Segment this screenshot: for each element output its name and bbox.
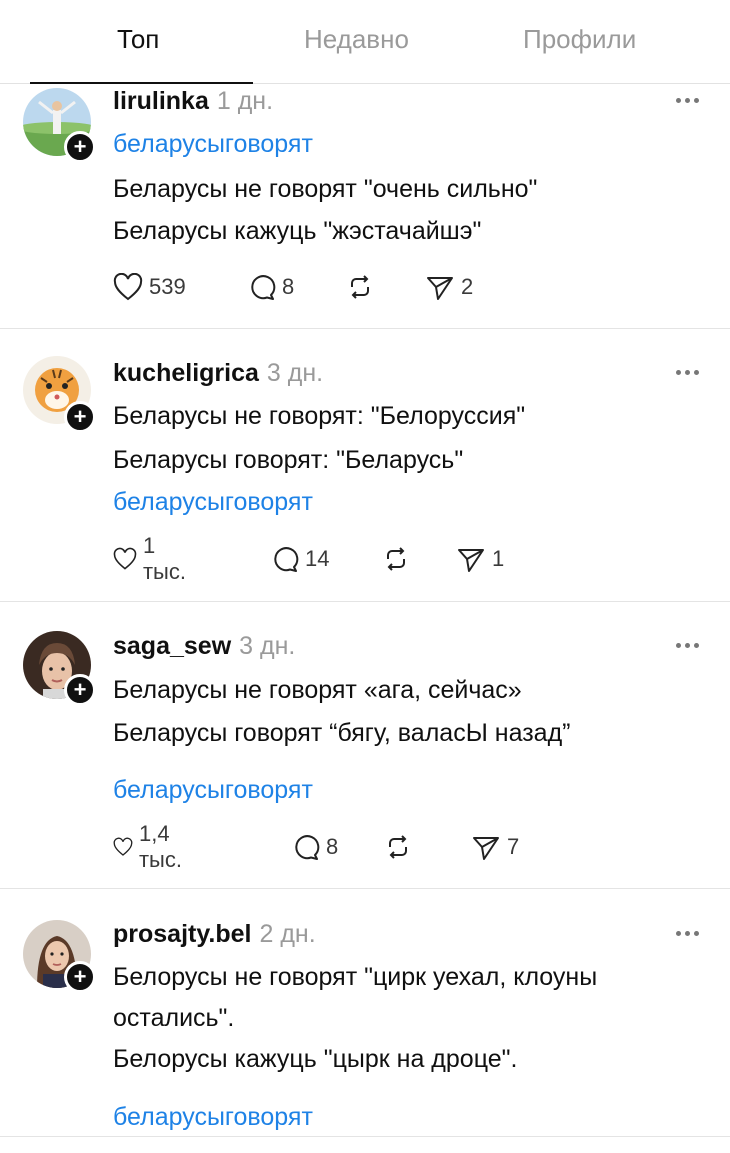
repost-icon	[387, 547, 405, 571]
tab-profiles[interactable]: Профили	[523, 24, 636, 55]
post-text-line: Беларусы говорят: "Беларусь"	[113, 446, 464, 474]
username[interactable]: prosajty.bel 2 дн.	[113, 920, 316, 949]
post-text-line: Беларусы не говорят: "Белоруссия"	[113, 402, 526, 430]
post[interactable]: + saga_sew 3 дн. Беларусы не говорят «ага…	[0, 602, 730, 889]
post-time: 2 дн.	[259, 920, 316, 948]
reply-button[interactable]: 14	[269, 543, 329, 575]
share-button[interactable]: 7	[471, 831, 519, 863]
tab-bar: Топ Недавно Профили	[0, 0, 730, 84]
post-text-line: остались".	[113, 1004, 235, 1032]
post-text-line: Белорусы кажуць "цырк на дроце".	[113, 1045, 518, 1073]
post-text-line: Беларусы не говорят "очень сильно"	[113, 175, 538, 203]
follow-plus-icon[interactable]: +	[64, 131, 96, 163]
follow-plus-icon[interactable]: +	[64, 961, 96, 993]
tab-recent[interactable]: Недавно	[304, 24, 409, 55]
follow-plus-icon[interactable]: +	[64, 401, 96, 433]
send-icon	[427, 277, 453, 300]
like-button[interactable]: 1,4 тыс.	[113, 821, 192, 872]
follow-plus-icon[interactable]: +	[64, 674, 96, 706]
more-horizontal-icon[interactable]	[674, 927, 702, 941]
username[interactable]: lirulinka 1 дн.	[113, 87, 273, 116]
post[interactable]: + prosajty.bel 2 дн. Белорусы не говорят …	[0, 889, 730, 1137]
username[interactable]: saga_sew 3 дн.	[113, 632, 295, 661]
repost-icon	[389, 835, 407, 859]
send-icon	[458, 549, 484, 572]
hashtag-link[interactable]: беларусыговорят	[113, 488, 313, 517]
hashtag-link[interactable]: беларусыговорят	[113, 130, 313, 159]
post-time: 1 дн.	[216, 87, 274, 115]
username[interactable]: kucheligrica 3 дн.	[113, 359, 323, 388]
post[interactable]: + lirulinka 1 дн. беларусыговорят Беларус…	[0, 84, 730, 329]
comment-bubble-icon	[295, 835, 320, 860]
more-horizontal-icon[interactable]	[674, 94, 702, 108]
heart-icon	[113, 547, 137, 570]
comment-bubble-icon	[274, 547, 299, 572]
share-button[interactable]: 1	[456, 543, 504, 575]
heart-icon	[113, 273, 143, 301]
heart-icon	[113, 837, 133, 856]
comment-bubble-icon	[251, 275, 276, 300]
reply-count: 8	[282, 274, 295, 299]
reply-button[interactable]: 8	[290, 831, 338, 863]
post-time: 3 дн.	[239, 632, 296, 660]
reply-count: 8	[326, 834, 339, 859]
repost-icon	[351, 275, 369, 299]
like-count: 1,4 тыс.	[138, 821, 182, 872]
post-text-line: Беларусы кажуць "жэстачайшэ"	[113, 217, 482, 245]
repost-button[interactable]	[345, 271, 381, 303]
hashtag-link[interactable]: беларусыговорят	[113, 1103, 313, 1132]
like-count: 539	[149, 274, 186, 299]
repost-button[interactable]	[381, 543, 417, 575]
tab-top[interactable]: Топ	[117, 24, 159, 55]
more-horizontal-icon[interactable]	[674, 639, 702, 653]
like-count: 1 тыс.	[142, 533, 186, 584]
send-icon	[473, 837, 499, 860]
post-text-line: Беларусы говорят “бягу, валасЫ назад”	[113, 719, 571, 747]
post-text-line: Белорусы не говорят "цирк уехал, клоуны	[113, 963, 598, 991]
hashtag-link[interactable]: беларусыговорят	[113, 776, 313, 805]
post-text-line: Беларусы не говорят «ага, сейчас»	[113, 676, 522, 704]
like-button[interactable]: 1 тыс.	[113, 533, 192, 584]
share-count: 7	[507, 834, 520, 859]
post[interactable]: + kucheligrica 3 дн. Беларусы не говорят:…	[0, 329, 730, 602]
more-horizontal-icon[interactable]	[674, 366, 702, 380]
like-button[interactable]: 539	[113, 271, 186, 303]
post-time: 3 дн.	[266, 359, 324, 387]
share-count: 1	[492, 546, 505, 571]
reply-button[interactable]: 8	[246, 271, 294, 303]
reply-count: 14	[305, 546, 330, 571]
repost-button[interactable]	[383, 831, 419, 863]
share-count: 2	[461, 274, 474, 299]
share-button[interactable]: 2	[425, 271, 473, 303]
